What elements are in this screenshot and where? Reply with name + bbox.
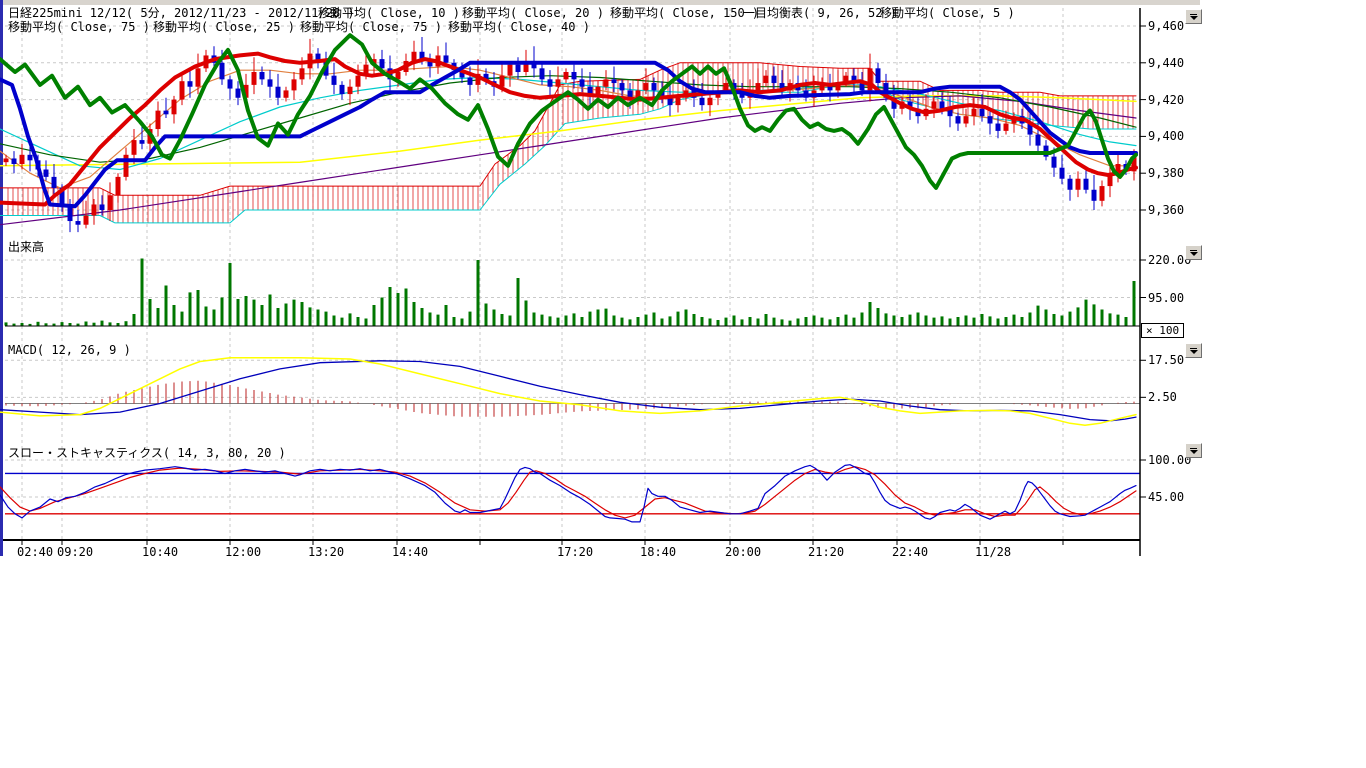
time-axis-tick-4: 13:20 <box>308 546 344 558</box>
time-axis-tick-7: 17:20 <box>557 546 593 558</box>
time-axis-tick-9: 20:00 <box>725 546 761 558</box>
dropdown-icon <box>1190 250 1197 251</box>
stochastics-pane-label: スロー・ストキャスティクス( 14, 3, 80, 20 ) <box>8 447 286 460</box>
indicator-label-1: 移動平均( Close, 20 ) <box>462 7 604 20</box>
volume-pane-label: 出来高 <box>8 241 44 254</box>
price-axis-tick-4: 9,380 <box>1148 167 1184 179</box>
price-axis-tick-5: 9,360 <box>1148 204 1184 216</box>
indicator-label-0: 移動平均( Close, 10 ) <box>318 7 460 20</box>
indicator-label-r2-1: 移動平均( Close, 25 ) <box>153 21 295 34</box>
dropdown-icon <box>1190 448 1197 449</box>
indicator-label-r2-3: 移動平均( Close, 40 ) <box>448 21 590 34</box>
indicator-label-3: 一目均衡表( 9, 26, 52 ) <box>743 7 897 20</box>
volume-pane-dropdown-button[interactable] <box>1185 245 1202 260</box>
time-axis-tick-3: 12:00 <box>225 546 261 558</box>
time-axis-tick-8: 18:40 <box>640 546 676 558</box>
time-axis-tick-10: 21:20 <box>808 546 844 558</box>
price-axis-tick-1: 9,440 <box>1148 57 1184 69</box>
price-axis-tick-2: 9,420 <box>1148 94 1184 106</box>
time-axis-tick-11: 22:40 <box>892 546 928 558</box>
price-axis-tick-0: 9,460 <box>1148 20 1184 32</box>
stoch-axis-tick-1: 45.00 <box>1148 491 1184 503</box>
chart-canvas <box>0 0 1210 580</box>
chevron-down-icon <box>1190 350 1198 354</box>
indicator-label-4: 移動平均( Close, 5 ) <box>880 7 1015 20</box>
time-axis-tick-2: 10:40 <box>142 546 178 558</box>
macd-pane-dropdown-button[interactable] <box>1185 343 1202 358</box>
time-axis-tick-0: 02:40 <box>17 546 53 558</box>
chevron-down-icon <box>1190 16 1198 20</box>
price-axis-tick-3: 9,400 <box>1148 130 1184 142</box>
chart-title: 日経225mini 12/12( 5分, 2012/11/23 - 2012/1… <box>8 7 355 20</box>
indicator-label-r2-0: 移動平均( Close, 75 ) <box>8 21 150 34</box>
macd-axis-tick-0: 17.50 <box>1148 354 1184 366</box>
time-axis-tick-1: 09:20 <box>57 546 93 558</box>
dropdown-icon <box>1190 14 1197 15</box>
price-pane-dropdown-button[interactable] <box>1185 9 1202 24</box>
time-axis-tick-12: 11/28 <box>975 546 1011 558</box>
dropdown-icon <box>1190 348 1197 349</box>
volume-axis-tick-1: 95.00 <box>1148 292 1184 304</box>
macd-pane-label: MACD( 12, 26, 9 ) <box>8 344 131 357</box>
time-axis-tick-5: 14:40 <box>392 546 428 558</box>
chevron-down-icon <box>1190 450 1198 454</box>
volume-multiplier-badge: × 100 <box>1141 323 1184 338</box>
chevron-down-icon <box>1190 252 1198 256</box>
indicator-label-r2-2: 移動平均( Close, 75 ) <box>300 21 442 34</box>
stochastics-pane-dropdown-button[interactable] <box>1185 443 1202 458</box>
indicator-label-2: 移動平均( Close, 150 ) <box>610 7 759 20</box>
chart-application-window: 日経225mini 12/12( 5分, 2012/11/23 - 2012/1… <box>0 0 1366 768</box>
macd-axis-tick-1: 2.50 <box>1148 391 1177 403</box>
